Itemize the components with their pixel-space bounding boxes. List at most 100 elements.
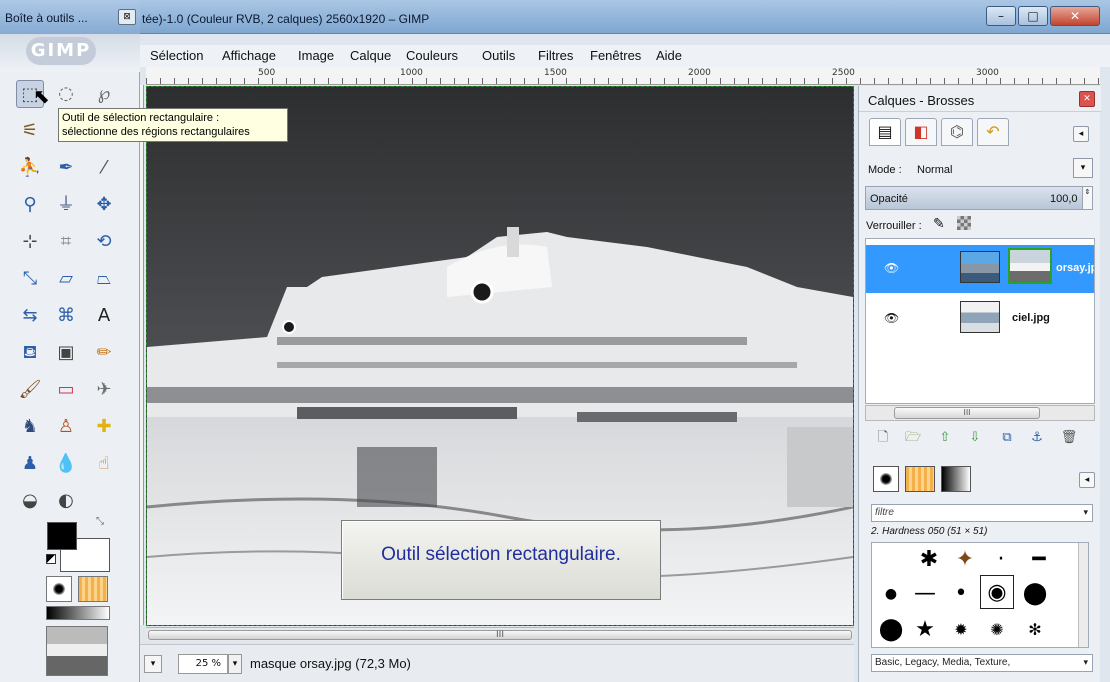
perspective-icon[interactable]: ⏢ <box>90 265 118 293</box>
layer-name[interactable]: orsay.jp <box>1056 262 1094 274</box>
scrollbar-thumb[interactable]: III <box>148 630 852 640</box>
ink-icon[interactable]: ♞ <box>16 413 44 441</box>
window-titlebar[interactable]: tée)-1.0 (Couleur RVB, 2 calques) 2560x1… <box>0 0 1110 34</box>
menu-aide[interactable]: Aide <box>656 48 682 63</box>
dock-menu-button[interactable]: ◂ <box>1073 126 1089 142</box>
pencil-icon[interactable]: ✏ <box>90 339 118 367</box>
mode-dropdown-arrow[interactable]: ▾ <box>1073 158 1093 178</box>
ellipse-select-icon[interactable]: ◌ <box>52 80 80 108</box>
crop-icon[interactable]: ⌗ <box>52 228 80 256</box>
new-layer-icon[interactable]: 🗋 <box>873 428 893 448</box>
raise-layer-icon[interactable]: ⇧ <box>935 428 955 448</box>
lock-pixels-icon[interactable]: ✎ <box>933 216 945 232</box>
fg-bg-colors[interactable]: ⤡ <box>38 512 118 572</box>
duplicate-layer-icon[interactable]: ⧉ <box>997 428 1017 448</box>
layer-mask-thumbnail[interactable] <box>1008 248 1052 284</box>
menu-fenetres[interactable]: Fenêtres <box>590 48 641 63</box>
brush-cell[interactable]: ✻ <box>1018 613 1052 647</box>
dock-close-button[interactable]: ✕ <box>1079 91 1095 107</box>
free-select-icon[interactable]: ℘ <box>90 80 118 108</box>
menu-selection[interactable]: Sélection <box>150 48 203 63</box>
tab-undo-history[interactable]: ↶ <box>977 118 1009 146</box>
menu-couleurs[interactable]: Couleurs <box>406 48 458 63</box>
brush-filter-input[interactable]: filtre ▾ <box>871 504 1093 522</box>
brush-cell-selected[interactable]: ◉ <box>980 575 1014 609</box>
brush-tags-input[interactable]: Basic, Legacy, Media, Texture, ▾ <box>871 654 1093 672</box>
menu-image[interactable]: Image <box>298 48 334 63</box>
canvas-horizontal-scrollbar[interactable]: III <box>146 627 854 641</box>
blend-icon[interactable]: ▣ <box>52 339 80 367</box>
brush-cell[interactable]: ━ <box>1022 543 1056 577</box>
shear-icon[interactable]: ▱ <box>52 265 80 293</box>
brush-cell[interactable]: ✹ <box>944 613 978 647</box>
brush-cell[interactable]: ✱ <box>912 543 946 577</box>
foreground-select-icon[interactable]: ⛹ <box>16 154 44 182</box>
align-icon[interactable]: ⊹ <box>16 228 44 256</box>
text-icon[interactable]: A <box>90 302 118 330</box>
rotate-icon[interactable]: ⟲ <box>90 228 118 256</box>
opacity-slider[interactable]: Opacité 100,0 ⇕ <box>865 186 1093 210</box>
scrollbar-thumb[interactable]: III <box>894 407 1040 419</box>
navigate-button[interactable]: ▾ <box>144 655 162 673</box>
fuzzy-select-icon[interactable]: ⚟ <box>16 117 44 145</box>
cage-transform-icon[interactable]: ⌘ <box>52 302 80 330</box>
brush-grid[interactable]: ✱ ✦ · ━ ● — • ◉ ⬤ ⬤ ★ ✹ ✺ ✻ <box>871 542 1089 648</box>
brush-cell[interactable]: ★ <box>908 613 942 647</box>
menu-affichage[interactable]: Affichage <box>222 48 276 63</box>
layer-row-ciel[interactable]: 👁 ciel.jpg <box>866 295 1094 343</box>
menu-filtres[interactable]: Filtres <box>538 48 573 63</box>
maximize-button[interactable]: □ <box>1018 6 1048 26</box>
opacity-value[interactable]: 100,0 <box>1050 193 1078 205</box>
minimize-button[interactable]: – <box>986 6 1016 26</box>
dock-titlebar[interactable]: Calques - Brosses ✕ <box>859 86 1101 112</box>
opacity-spinner[interactable]: ⇕ <box>1082 187 1092 209</box>
measure-icon[interactable]: ⏚ <box>52 191 80 219</box>
toolbox-close-button[interactable]: ⊠ <box>118 9 136 25</box>
horizontal-ruler[interactable]: 500 1000 1500 2000 2500 3000 <box>146 67 1100 85</box>
eye-icon[interactable]: 👁 <box>884 261 899 275</box>
brush-cell[interactable]: ⬤ <box>1018 577 1052 611</box>
brush-cell[interactable]: ⬤ <box>874 613 908 647</box>
flip-icon[interactable]: ⇆ <box>16 302 44 330</box>
new-layer-group-icon[interactable]: 🗁 <box>903 428 923 448</box>
close-button[interactable]: ✕ <box>1050 6 1100 26</box>
tab-patterns[interactable] <box>905 466 935 492</box>
swap-colors-icon[interactable]: ⤡ <box>96 516 104 527</box>
tab-channels[interactable]: ◧ <box>905 118 937 146</box>
airbrush-icon[interactable]: ✈ <box>90 376 118 404</box>
foreground-color-swatch[interactable] <box>47 522 77 550</box>
active-image-thumbnail[interactable] <box>46 626 108 676</box>
smudge-icon[interactable]: ☝ <box>90 450 118 478</box>
tags-dropdown-arrow[interactable]: ▾ <box>1083 657 1088 668</box>
anchor-layer-icon[interactable]: ⚓ <box>1027 428 1047 448</box>
paintbrush-icon[interactable]: 🖌 <box>16 376 44 404</box>
levels-icon[interactable]: ◐ <box>52 487 80 515</box>
zoom-field[interactable]: 25 % <box>178 654 228 674</box>
mode-select[interactable]: Normal <box>917 164 952 176</box>
zoom-dropdown[interactable]: ▾ <box>228 654 242 674</box>
brush-cell[interactable]: — <box>908 577 942 611</box>
bucket-fill-icon[interactable]: ⛾ <box>16 339 44 367</box>
eraser-icon[interactable]: ▭ <box>52 376 80 404</box>
brush-cell[interactable]: ✦ <box>948 543 982 577</box>
toolbox-titlebar[interactable]: Boîte à outils ... ⊠ <box>0 0 140 34</box>
layers-horizontal-scrollbar[interactable]: III <box>865 405 1095 421</box>
heal-icon[interactable]: ✚ <box>90 413 118 441</box>
blur-icon[interactable]: 💧 <box>52 450 80 478</box>
menu-outils[interactable]: Outils <box>482 48 515 63</box>
lock-alpha-icon[interactable] <box>957 216 971 230</box>
tab-gradients[interactable] <box>941 466 971 492</box>
brush-cell[interactable]: · <box>984 543 1018 577</box>
brush-grid-scrollbar[interactable] <box>1078 543 1088 647</box>
brush-cell[interactable]: ✺ <box>980 613 1014 647</box>
layer-row-orsay[interactable]: 👁 orsay.jp <box>866 245 1094 293</box>
tab-layers[interactable]: ▤ <box>869 118 901 146</box>
filter-dropdown-arrow[interactable]: ▾ <box>1083 507 1088 518</box>
active-pattern-preview[interactable] <box>78 576 108 602</box>
scale-icon[interactable]: ⤡ <box>16 265 44 293</box>
color-picker-icon[interactable]: ⁄ <box>90 154 118 182</box>
default-colors-icon[interactable] <box>46 554 56 564</box>
dodge-burn-icon[interactable]: ◒ <box>16 487 44 515</box>
active-gradient-preview[interactable] <box>46 606 110 620</box>
zoom-icon[interactable]: ⚲ <box>16 191 44 219</box>
